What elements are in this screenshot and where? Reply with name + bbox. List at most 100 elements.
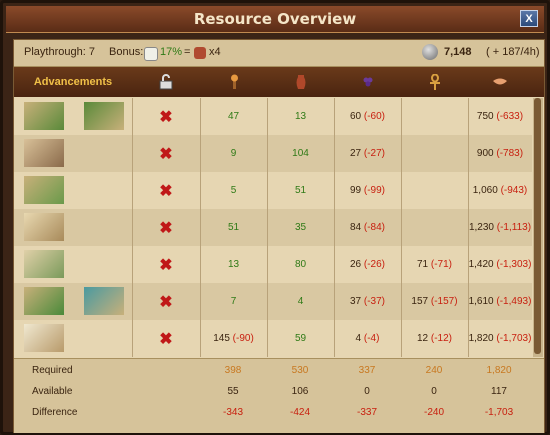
required-handshake: 1,820 <box>486 365 512 376</box>
content-panel: Playthrough: 7 Bonus: 17% = x4 7,148 ( +… <box>13 39 545 433</box>
column-header: Advancements <box>14 67 544 97</box>
vase-value: 59 <box>294 333 307 344</box>
difference-row: Difference -343 -424 -337 -240 -1,703 <box>14 404 544 423</box>
window-title: Resource Overview <box>193 10 357 28</box>
difference-label: Difference <box>32 407 78 418</box>
required-row: Required 398 530 337 240 1,820 <box>14 362 544 381</box>
handshake-value: 1,230 (-1,113) <box>468 222 532 233</box>
column-divider <box>334 98 335 357</box>
bonus-equals: = <box>184 46 191 58</box>
required-vase: 530 <box>291 365 309 376</box>
ankh-icon <box>401 67 468 97</box>
advancement-list[interactable]: ✖ 47 13 60 (-60) 750 (-633) ✖ 9 104 27 (… <box>14 98 532 357</box>
ankh-value <box>401 209 468 246</box>
locked-x-icon: ✖ <box>159 182 173 200</box>
summary-panel: Required 398 530 337 240 1,820 Available… <box>14 358 544 433</box>
handshake-value: 900 (-783) <box>476 148 524 159</box>
resource-overview-window: Resource Overview X Playthrough: 7 Bonus… <box>0 0 550 435</box>
locked-x-icon: ✖ <box>159 256 173 274</box>
ankh-value <box>401 172 468 209</box>
handshake-value: 1,420 (-1,303) <box>468 259 532 270</box>
building-icon <box>24 213 64 241</box>
lock-open-icon <box>132 67 200 97</box>
torch-value: 7 <box>230 296 237 307</box>
building-icon <box>24 287 64 315</box>
difference-ankh: -240 <box>423 407 444 418</box>
available-label: Available <box>32 386 73 397</box>
torch-value: 47 <box>227 111 240 122</box>
vase-value: 13 <box>294 111 307 122</box>
table-row[interactable]: ✖ 47 13 60 (-60) 750 (-633) <box>14 98 532 135</box>
building-icon <box>24 102 64 130</box>
pyramid-icon <box>24 324 64 352</box>
available-handshake: 117 <box>491 386 507 397</box>
coin-rate: ( + 187/4h) <box>486 46 540 58</box>
column-divider <box>200 98 201 357</box>
column-divider <box>267 98 268 357</box>
grapes-value: 84 (-84) <box>349 222 386 233</box>
locked-x-icon: ✖ <box>159 293 173 311</box>
advancements-header: Advancements <box>33 76 113 88</box>
ankh-value: 12 (-12) <box>416 333 453 344</box>
torch-value: 13 <box>227 259 240 270</box>
table-row[interactable]: ✖ 51 35 84 (-84) 1,230 (-1,113) <box>14 209 532 246</box>
ankh-value <box>401 135 468 172</box>
locked-x-icon: ✖ <box>159 108 173 126</box>
required-grapes: 337 <box>358 365 376 376</box>
bonus-label: Bonus: <box>109 46 144 58</box>
required-ankh: 240 <box>425 365 443 376</box>
handshake-value: 1,610 (-1,493) <box>468 296 532 307</box>
table-row[interactable]: ✖ 7 4 37 (-37) 157 (-157) 1,610 (-1,493) <box>14 283 532 320</box>
grapes-value: 37 (-37) <box>349 296 386 307</box>
table-row[interactable]: ✖ 5 51 99 (-99) 1,060 (-943) <box>14 172 532 209</box>
grapes-value: 4 (-4) <box>355 333 380 344</box>
bonus-percent: 17% <box>160 46 183 58</box>
ankh-value <box>401 98 468 135</box>
close-button[interactable]: X <box>520 10 538 27</box>
table-row[interactable]: ✖ 145 (-90) 59 4 (-4) 12 (-12) 1,820 (-1… <box>14 320 532 357</box>
available-torch: 55 <box>227 386 239 397</box>
vase-icon <box>267 67 334 97</box>
goods-icon <box>194 47 206 59</box>
difference-vase: -424 <box>289 407 310 418</box>
column-divider <box>132 98 133 357</box>
title-bar: Resource Overview X <box>6 6 544 33</box>
column-divider <box>401 98 402 357</box>
table-row[interactable]: ✖ 9 104 27 (-27) 900 (-783) <box>14 135 532 172</box>
scrollbar[interactable] <box>533 98 543 357</box>
vase-value: 80 <box>294 259 307 270</box>
grapes-value: 27 (-27) <box>349 148 386 159</box>
handshake-value: 750 (-633) <box>476 111 524 122</box>
locked-x-icon: ✖ <box>159 145 173 163</box>
building-icon <box>24 250 64 278</box>
ankh-value: 157 (-157) <box>411 296 458 307</box>
building-icon <box>84 102 124 130</box>
bonus-multiplier: x4 <box>209 46 221 58</box>
column-divider <box>468 98 469 357</box>
building-icon <box>24 176 64 204</box>
available-ankh: 0 <box>431 386 437 397</box>
torch-icon <box>200 67 267 97</box>
torch-value: 145 (-90) <box>213 333 254 344</box>
coin-amount: 7,148 <box>444 46 472 58</box>
building-icon <box>24 139 64 167</box>
handshake-icon <box>468 67 532 97</box>
difference-torch: -343 <box>222 407 243 418</box>
vase-value: 35 <box>294 222 307 233</box>
ankh-value: 71 (-71) <box>416 259 453 270</box>
locked-x-icon: ✖ <box>159 219 173 237</box>
torch-value: 9 <box>230 148 237 159</box>
playthrough-label: Playthrough: 7 <box>24 46 95 58</box>
table-row[interactable]: ✖ 13 80 26 (-26) 71 (-71) 1,420 (-1,303) <box>14 246 532 283</box>
required-label: Required <box>32 365 73 376</box>
torch-value: 5 <box>230 185 237 196</box>
building-icon <box>84 287 124 315</box>
coin-icon <box>422 44 438 60</box>
grapes-value: 99 (-99) <box>349 185 386 196</box>
handshake-value: 1,820 (-1,703) <box>468 333 532 344</box>
required-torch: 398 <box>224 365 242 376</box>
handshake-value: 1,060 (-943) <box>472 185 528 196</box>
available-vase: 106 <box>291 386 309 397</box>
scrollbar-thumb[interactable] <box>534 98 541 354</box>
difference-grapes: -337 <box>356 407 377 418</box>
